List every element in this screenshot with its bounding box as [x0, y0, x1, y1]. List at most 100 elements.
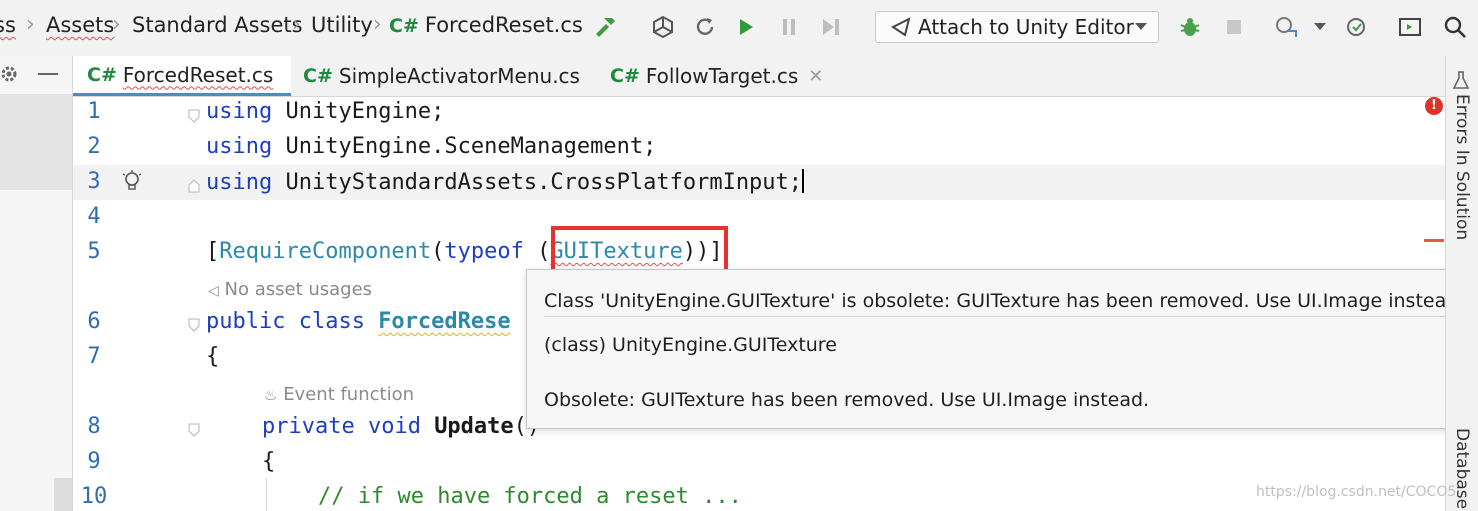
text-caret	[802, 169, 805, 193]
breadcrumb-item-standard-assets[interactable]: Standard Assets	[132, 13, 303, 37]
error-indicator-icon[interactable]: !	[1425, 97, 1443, 115]
build-hammer-icon[interactable]	[590, 12, 620, 42]
left-scrollbar[interactable]	[54, 478, 72, 511]
editor-tabs: C# ForcedReset.cs C# SimpleActivatorMenu…	[73, 56, 1445, 97]
line-number: 10	[80, 484, 108, 509]
code-text: UnityEngine;	[272, 99, 445, 124]
flame-icon: ♨	[264, 386, 278, 404]
code-text: (	[523, 239, 551, 264]
error-tooltip: Class 'UnityEngine.GUITexture' is obsole…	[526, 269, 1476, 429]
profiler-icon[interactable]	[1272, 12, 1302, 42]
unity-icon: ◁	[208, 283, 219, 299]
breadcrumb-separator-icon: ›	[373, 12, 382, 37]
line-number: 9	[87, 449, 101, 474]
flask-icon[interactable]	[1452, 70, 1470, 94]
right-tool-strip: Errors In Solution Database	[1445, 56, 1478, 511]
coverage-icon[interactable]	[1342, 12, 1372, 42]
method-name: Update	[434, 414, 514, 439]
attach-label: Attach to Unity Editor	[918, 15, 1134, 39]
asset-usages-hint[interactable]: ◁ No asset usages	[208, 279, 372, 300]
code-line-1: using UnityEngine;	[206, 99, 444, 124]
code-line-9: {	[262, 449, 275, 474]
tab-forcedreset[interactable]: C# ForcedReset.cs	[73, 56, 291, 96]
code-line-10: // if we have forced a reset ...	[318, 484, 742, 509]
line-number: 2	[87, 134, 101, 159]
hint-label: Event function	[283, 384, 415, 405]
line-number: 5	[87, 239, 101, 264]
line-number: 1	[87, 99, 101, 124]
comment: // if we have forced a reset ...	[318, 484, 742, 509]
play-icon[interactable]	[731, 12, 761, 42]
breadcrumb-file-label: ForcedReset.cs	[424, 13, 583, 37]
highlight-box	[551, 226, 728, 275]
line-number: 3	[87, 169, 101, 194]
tab-followtarget[interactable]: C# FollowTarget.cs ✕	[610, 56, 823, 96]
debug-bug-icon[interactable]	[1175, 12, 1205, 42]
errors-in-solution-tab[interactable]: Errors In Solution	[1452, 94, 1472, 240]
class-name: ForcedRese	[378, 309, 511, 334]
code-text: UnityStandardAssets.CrossPlatformInput;	[272, 170, 803, 195]
fold-marker-icon[interactable]	[188, 179, 200, 193]
chevron-down-icon[interactable]	[1305, 12, 1335, 42]
tooltip-obsolete-note: Obsolete: GUITexture has been removed. U…	[544, 389, 1150, 411]
code-line-2: using UnityEngine.SceneManagement;	[206, 134, 656, 159]
csharp-file-icon: C#	[610, 65, 640, 87]
keyword: private void	[262, 414, 435, 439]
code-text: UnityEngine.SceneManagement;	[272, 134, 657, 159]
left-panel-selection	[0, 94, 72, 190]
keyword: typeof	[444, 239, 524, 264]
keyword: using	[206, 170, 273, 195]
csharp-file-icon: C#	[87, 63, 117, 86]
keyword: public class	[206, 309, 379, 334]
line-number: 4	[87, 204, 101, 229]
code-text: [	[206, 239, 220, 264]
breadcrumb-separator-icon: ›	[292, 12, 301, 37]
hint-label: No asset usages	[224, 279, 373, 300]
line-number: 8	[87, 414, 101, 439]
stop-icon[interactable]	[1219, 12, 1249, 42]
tab-simpleactivatormenu[interactable]: C# SimpleActivatorMenu.cs	[303, 56, 580, 96]
left-tool-panel	[0, 56, 73, 511]
code-line-3: using UnityStandardAssets.CrossPlatformI…	[206, 169, 805, 195]
breadcrumb-item-file[interactable]: C# ForcedReset.cs	[389, 13, 583, 37]
event-function-hint[interactable]: ♨ Event function	[264, 384, 414, 405]
pause-icon[interactable]	[774, 12, 804, 42]
lightbulb-icon[interactable]	[122, 170, 142, 198]
layout-icon[interactable]	[1395, 12, 1425, 42]
step-icon[interactable]	[816, 12, 846, 42]
close-icon[interactable]: ✕	[808, 66, 823, 87]
minimize-icon[interactable]	[38, 73, 58, 75]
attach-to-unity-dropdown[interactable]: Attach to Unity Editor	[875, 11, 1159, 43]
tab-label: ForcedReset.cs	[122, 62, 274, 87]
fold-marker-icon[interactable]	[188, 318, 200, 332]
unity-icon	[890, 16, 912, 38]
attribute-name: RequireComponent	[219, 239, 432, 264]
fold-marker-icon[interactable]	[188, 423, 200, 437]
search-icon[interactable]	[1440, 12, 1470, 42]
tooltip-error-message: Class 'UnityEngine.GUITexture' is obsole…	[544, 290, 1465, 312]
breadcrumb-item-assets[interactable]: Assets	[46, 13, 114, 37]
error-stripe-marker[interactable]	[1424, 239, 1444, 242]
chevron-down-icon	[1134, 22, 1148, 32]
csharp-file-icon: C#	[303, 65, 333, 87]
breadcrumb-item-utility[interactable]: Utility	[311, 13, 373, 37]
indent-guide	[266, 478, 267, 511]
keyword: using	[206, 134, 273, 159]
gear-icon[interactable]	[0, 65, 18, 87]
code-text: (	[431, 239, 445, 264]
breadcrumb-separator-icon: ›	[112, 12, 121, 37]
fold-marker-icon[interactable]	[188, 109, 200, 123]
keyword: using	[206, 99, 273, 124]
line-number: 6	[87, 309, 101, 334]
tab-label: FollowTarget.cs	[645, 64, 799, 88]
navigation-toolbar: ss › Assets › Standard Assets › Utility …	[0, 0, 1478, 57]
breadcrumb-item-project[interactable]: ss	[0, 13, 16, 37]
refresh-icon[interactable]	[690, 12, 720, 42]
tooltip-divider	[544, 316, 1459, 317]
code-text: {	[262, 449, 276, 474]
tab-label: SimpleActivatorMenu.cs	[338, 64, 580, 88]
tooltip-signature: (class) UnityEngine.GUITexture	[544, 334, 837, 356]
line-number: 7	[87, 344, 101, 369]
unity-icon[interactable]	[648, 12, 678, 42]
breadcrumb-separator-icon: ›	[26, 12, 35, 37]
